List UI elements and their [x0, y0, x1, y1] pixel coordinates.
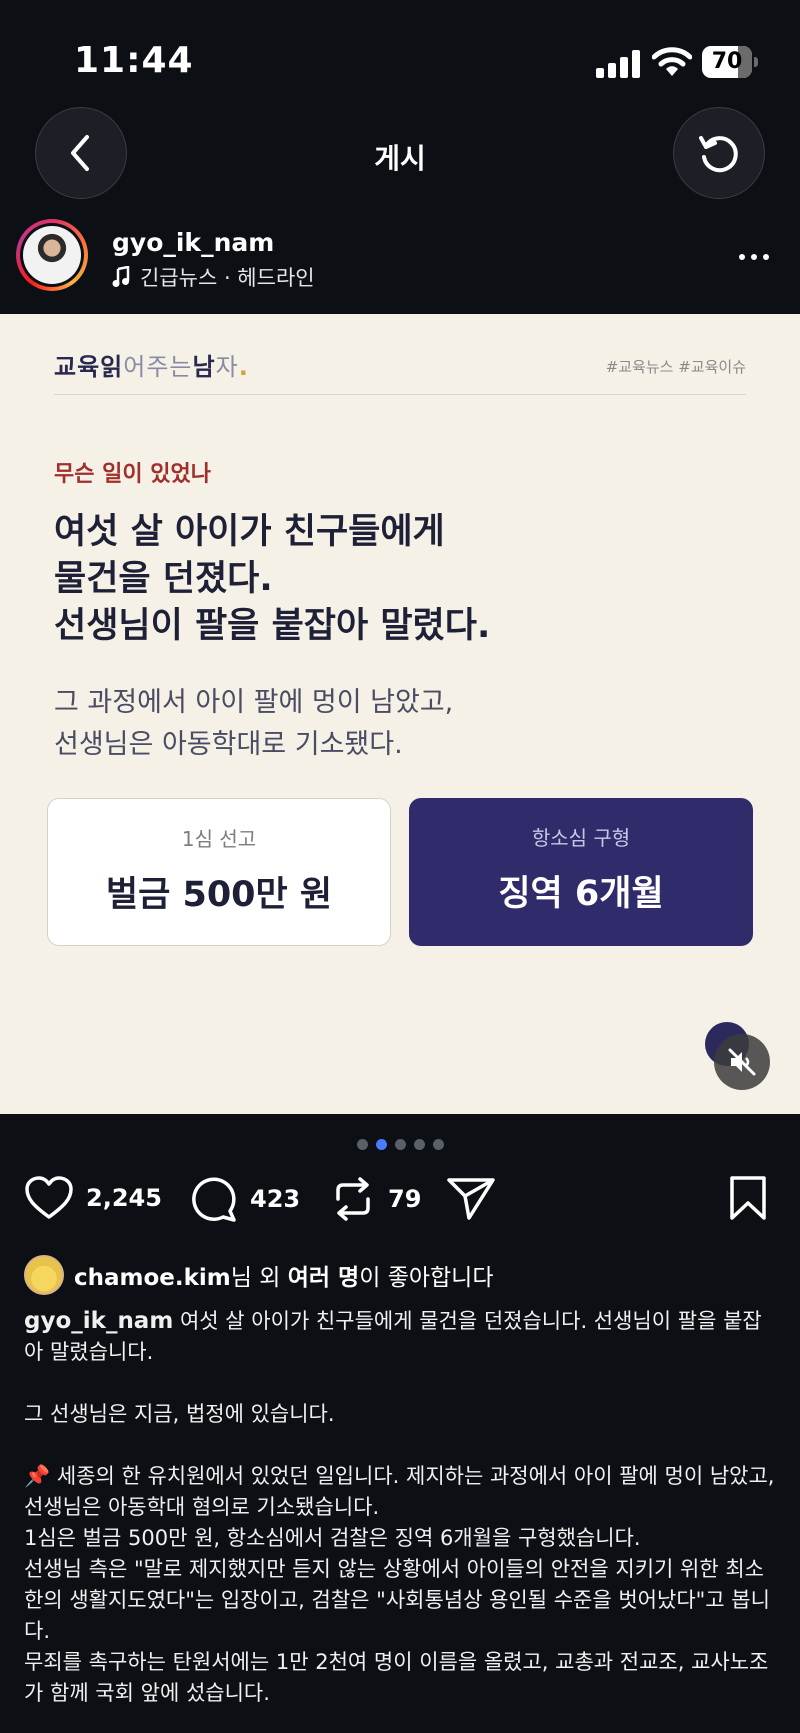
card-subline: 그 과정에서 아이 팔에 멍이 남았고, 선생님은 아동학대로 기소됐다.	[54, 687, 454, 760]
battery-icon: 70	[702, 46, 758, 78]
post-caption: gyo_ik_nam 여섯 살 아이가 친구들에게 물건을 던졌습니다. 선생님…	[24, 1306, 780, 1709]
liked-by-text: chamoe.kim님 외 여러 명이 좋아합니다	[74, 1265, 494, 1291]
comment-bubble-icon	[192, 1177, 236, 1222]
carousel-dot	[394, 1139, 406, 1150]
avatar	[23, 226, 81, 284]
carousel-dot	[432, 1139, 444, 1150]
comment-button[interactable]: 423	[190, 1175, 300, 1223]
like-count: 2,245	[86, 1184, 162, 1212]
more-options-button[interactable]	[734, 243, 774, 271]
caption-username[interactable]: gyo_ik_nam	[24, 1308, 173, 1334]
save-button[interactable]	[728, 1175, 768, 1221]
like-button[interactable]: 2,245	[24, 1175, 162, 1221]
bookmark-icon	[730, 1176, 766, 1220]
post-username[interactable]: gyo_ik_nam	[112, 228, 274, 257]
story-avatar[interactable]	[16, 219, 88, 291]
first-verdict-box: 1심 선고 벌금 500만 원	[47, 798, 391, 946]
carousel-dot	[413, 1139, 425, 1150]
appeal-sentence-box: 항소심 구형 징역 6개월	[409, 798, 753, 946]
caption-line: 무죄를 촉구하는 탄원서에는 1만 2천여 명이 이름을 올렸고, 교총과 전교…	[24, 1650, 769, 1705]
repost-count: 79	[388, 1185, 422, 1213]
mute-button[interactable]	[714, 1034, 770, 1090]
caption-line: 그 선생님은 지금, 법정에 있습니다.	[24, 1402, 335, 1426]
repost-icon	[336, 1177, 370, 1221]
caption-first-paragraph: gyo_ik_nam 여섯 살 아이가 친구들에게 물건을 던졌습니다. 선생님…	[24, 1308, 762, 1364]
share-button[interactable]	[446, 1175, 496, 1221]
carousel-dot-active	[375, 1139, 387, 1150]
card-hashtags: #교육뉴스 #교육이슈	[605, 358, 746, 376]
post-image[interactable]: 교육읽어주는남자. #교육뉴스 #교육이슈 무슨 일이 있었나 여섯 살 아이가…	[0, 314, 800, 1114]
cellular-signal-icon	[596, 50, 640, 78]
card-headline: 여섯 살 아이가 친구들에게 물건을 던졌다. 선생님이 팔을 붙잡아 말렸다.	[54, 512, 491, 646]
send-icon	[447, 1178, 495, 1220]
music-label: 긴급뉴스 · 헤드라인	[140, 266, 315, 290]
refresh-icon	[699, 136, 738, 173]
liker-avatar	[24, 1255, 64, 1295]
caption-line: 📌 세종의 한 유치원에서 있었던 일입니다. 제지하는 과정에서 아이 팔에 …	[24, 1464, 775, 1519]
carousel-indicator	[0, 1139, 800, 1150]
first-verdict-value: 벌금 500만 원	[105, 875, 333, 915]
first-verdict-label: 1심 선고	[181, 827, 257, 851]
card-kicker: 무슨 일이 있었나	[54, 462, 211, 487]
brand-logo: 교육읽어주는남자.	[54, 353, 249, 381]
carousel-dot	[356, 1139, 368, 1150]
repost-button[interactable]: 79	[330, 1175, 421, 1223]
status-time: 11:44	[74, 40, 194, 81]
appeal-sentence-label: 항소심 구형	[531, 826, 631, 850]
action-bar: 2,245 423 79	[0, 1175, 800, 1235]
battery-level: 70	[711, 49, 743, 74]
caption-line: 선생님 측은 "말로 제지했지만 듣지 않는 상황에서 아이들의 안전을 지키기…	[24, 1557, 770, 1643]
wifi-icon	[651, 46, 693, 78]
appeal-sentence-value: 징역 6개월	[498, 874, 664, 914]
speaker-muted-icon	[728, 1048, 756, 1076]
caption-line: 1심은 벌금 500만 원, 항소심에서 검찰은 징역 6개월을 구형했습니다.	[24, 1526, 641, 1550]
heart-icon	[25, 1176, 73, 1219]
card-divider	[54, 394, 746, 395]
music-info[interactable]: 긴급뉴스 · 헤드라인	[112, 262, 315, 292]
music-note-icon	[112, 266, 130, 287]
liked-by-line[interactable]: chamoe.kim님 외 여러 명이 좋아합니다	[24, 1255, 494, 1295]
liker-username[interactable]: chamoe.kim	[74, 1265, 231, 1291]
status-bar: 11:44 70	[0, 0, 800, 120]
comment-count: 423	[250, 1185, 301, 1213]
refresh-button[interactable]	[673, 107, 765, 199]
